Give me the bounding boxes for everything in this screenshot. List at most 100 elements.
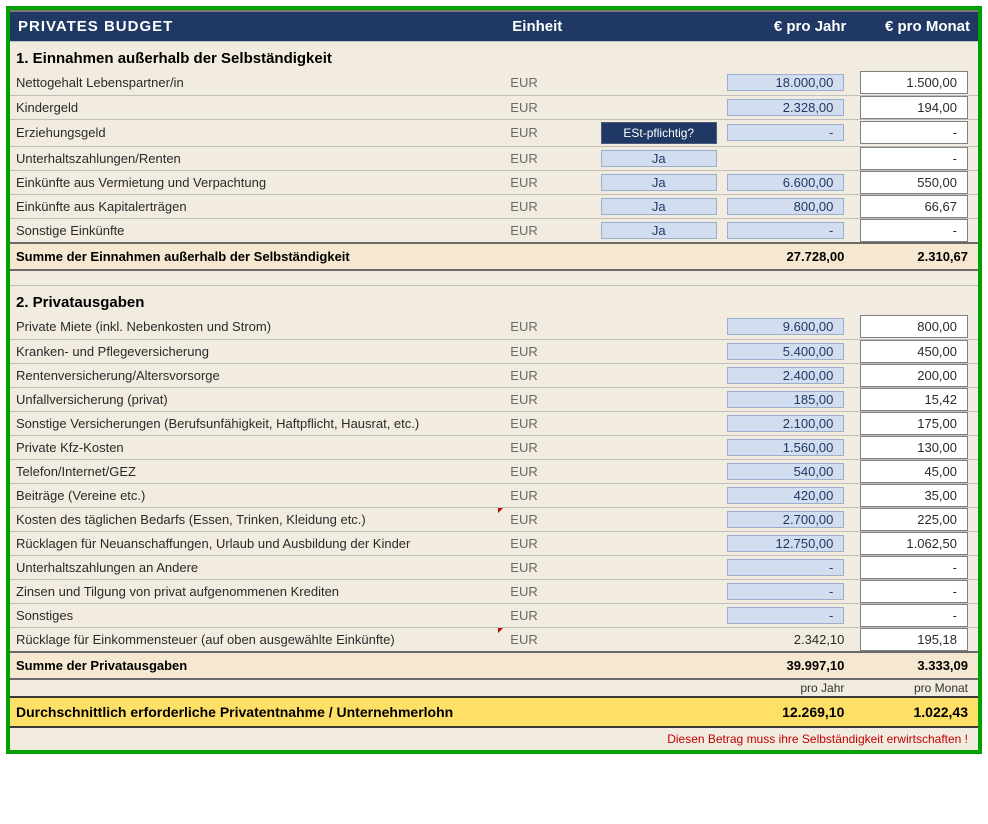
year-cell: 9.600,00	[721, 315, 855, 339]
tax-dropdown[interactable]: Ja	[601, 174, 717, 191]
year-input[interactable]: 18.000,00	[727, 74, 845, 91]
tax-cell: Ja	[597, 218, 721, 243]
month-value: -	[860, 147, 968, 170]
row-label: Sonstige Einkünfte	[10, 218, 504, 243]
month-cell: 1.500,00	[854, 71, 978, 95]
budget-frame: PRIVATES BUDGET Einheit € pro Jahr € pro…	[6, 6, 982, 754]
expense-row: Rücklage für Einkommensteuer (auf oben a…	[10, 627, 978, 652]
tax-spacer	[597, 459, 721, 483]
row-label: Einkünfte aus Vermietung und Verpachtung	[10, 170, 504, 194]
month-value: 225,00	[860, 508, 968, 531]
year-input[interactable]: 540,00	[727, 463, 845, 480]
tax-dropdown[interactable]: Ja	[601, 222, 717, 239]
year-input[interactable]: 420,00	[727, 487, 845, 504]
row-unit: EUR	[504, 531, 597, 555]
month-value: 450,00	[860, 340, 968, 363]
year-input[interactable]: 12.750,00	[727, 535, 845, 552]
month-cell: 45,00	[854, 459, 978, 483]
expense-row: Unterhaltszahlungen an AndereEUR--	[10, 555, 978, 579]
year-input[interactable]: 1.560,00	[727, 439, 845, 456]
row-label: Unterhaltszahlungen/Renten	[10, 146, 504, 170]
row-unit: EUR	[504, 218, 597, 243]
final-label: Durchschnittlich erforderliche Privatent…	[10, 697, 721, 727]
year-input[interactable]: 2.400,00	[727, 367, 845, 384]
year-cell: 800,00	[721, 194, 855, 218]
tax-spacer	[597, 627, 721, 652]
tax-dropdown[interactable]: Ja	[601, 198, 717, 215]
tax-dropdown[interactable]: Ja	[601, 150, 717, 167]
final-year: 12.269,10	[721, 697, 855, 727]
month-value: -	[860, 604, 968, 627]
month-value: 175,00	[860, 412, 968, 435]
tax-cell	[597, 71, 721, 95]
row-label: Unterhaltszahlungen an Andere	[10, 555, 504, 579]
year-cell: -	[721, 579, 855, 603]
year-input[interactable]: -	[727, 124, 845, 141]
month-value: 45,00	[860, 460, 968, 483]
year-input[interactable]: 185,00	[727, 391, 845, 408]
prelabel-year: pro Jahr	[721, 679, 855, 697]
month-cell: 200,00	[854, 363, 978, 387]
tax-cell: Ja	[597, 170, 721, 194]
year-cell: 420,00	[721, 483, 855, 507]
month-cell: 130,00	[854, 435, 978, 459]
year-input[interactable]: 2.700,00	[727, 511, 845, 528]
row-unit: EUR	[504, 507, 597, 531]
year-input[interactable]: 5.400,00	[727, 343, 845, 360]
tax-cell	[597, 95, 721, 119]
month-cell: 1.062,50	[854, 531, 978, 555]
month-value: 195,18	[860, 628, 968, 651]
income-sum-label: Summe der Einnahmen außerhalb der Selbst…	[10, 243, 721, 270]
row-unit: EUR	[504, 579, 597, 603]
prelabel-row: pro Jahr pro Monat	[10, 679, 978, 697]
year-input[interactable]: 800,00	[727, 198, 845, 215]
final-month: 1.022,43	[854, 697, 978, 727]
year-input[interactable]: 2.100,00	[727, 415, 845, 432]
row-unit: EUR	[504, 603, 597, 627]
year-cell: 18.000,00	[721, 71, 855, 95]
year-input[interactable]: -	[727, 222, 845, 239]
year-input[interactable]: 6.600,00	[727, 174, 845, 191]
row-label: Rentenversicherung/Altersvorsorge	[10, 363, 504, 387]
income-row: Nettogehalt Lebenspartner/inEUR18.000,00…	[10, 71, 978, 95]
expenses-sum-label: Summe der Privatausgaben	[10, 652, 721, 679]
expenses-sum-month: 3.333,09	[854, 652, 978, 679]
expense-row: Sonstige Versicherungen (Berufsunfähigke…	[10, 411, 978, 435]
month-cell: -	[854, 119, 978, 146]
tax-spacer	[597, 579, 721, 603]
row-label: Rücklagen für Neuanschaffungen, Urlaub u…	[10, 531, 504, 555]
expenses-sum-row: Summe der Privatausgaben 39.997,10 3.333…	[10, 652, 978, 679]
year-input[interactable]: -	[727, 559, 845, 576]
year-cell: -	[721, 218, 855, 243]
row-label: Erziehungsgeld	[10, 119, 504, 146]
year-cell: 2.342,10	[721, 627, 855, 652]
expense-row: Unfallversicherung (privat)EUR185,0015,4…	[10, 387, 978, 411]
tax-cell: Ja	[597, 194, 721, 218]
row-unit: EUR	[504, 627, 597, 652]
year-cell: 12.750,00	[721, 531, 855, 555]
row-label: Kindergeld	[10, 95, 504, 119]
year-input[interactable]: 2.328,00	[727, 99, 845, 116]
month-cell: 66,67	[854, 194, 978, 218]
month-value: 15,42	[860, 388, 968, 411]
year-cell: 2.328,00	[721, 95, 855, 119]
expense-row: Rentenversicherung/AltersvorsorgeEUR2.40…	[10, 363, 978, 387]
row-label: Private Kfz-Kosten	[10, 435, 504, 459]
year-cell: 6.600,00	[721, 170, 855, 194]
income-heading: 1. Einnahmen außerhalb der Selbständigke…	[10, 42, 978, 72]
row-unit: EUR	[504, 387, 597, 411]
year-input[interactable]: -	[727, 583, 845, 600]
row-label: Private Miete (inkl. Nebenkosten und Str…	[10, 315, 504, 339]
row-label: Zinsen und Tilgung von privat aufgenomme…	[10, 579, 504, 603]
year-input[interactable]: 9.600,00	[727, 318, 845, 335]
expense-row: Zinsen und Tilgung von privat aufgenomme…	[10, 579, 978, 603]
year-cell: 540,00	[721, 459, 855, 483]
header-row: PRIVATES BUDGET Einheit € pro Jahr € pro…	[10, 12, 978, 42]
row-label: Beiträge (Vereine etc.)	[10, 483, 504, 507]
year-input[interactable]: -	[727, 607, 845, 624]
month-cell: -	[854, 603, 978, 627]
row-unit: EUR	[504, 146, 597, 170]
tax-spacer	[597, 363, 721, 387]
year-cell: -	[721, 119, 855, 146]
expense-row: Kosten des täglichen Bedarfs (Essen, Tri…	[10, 507, 978, 531]
